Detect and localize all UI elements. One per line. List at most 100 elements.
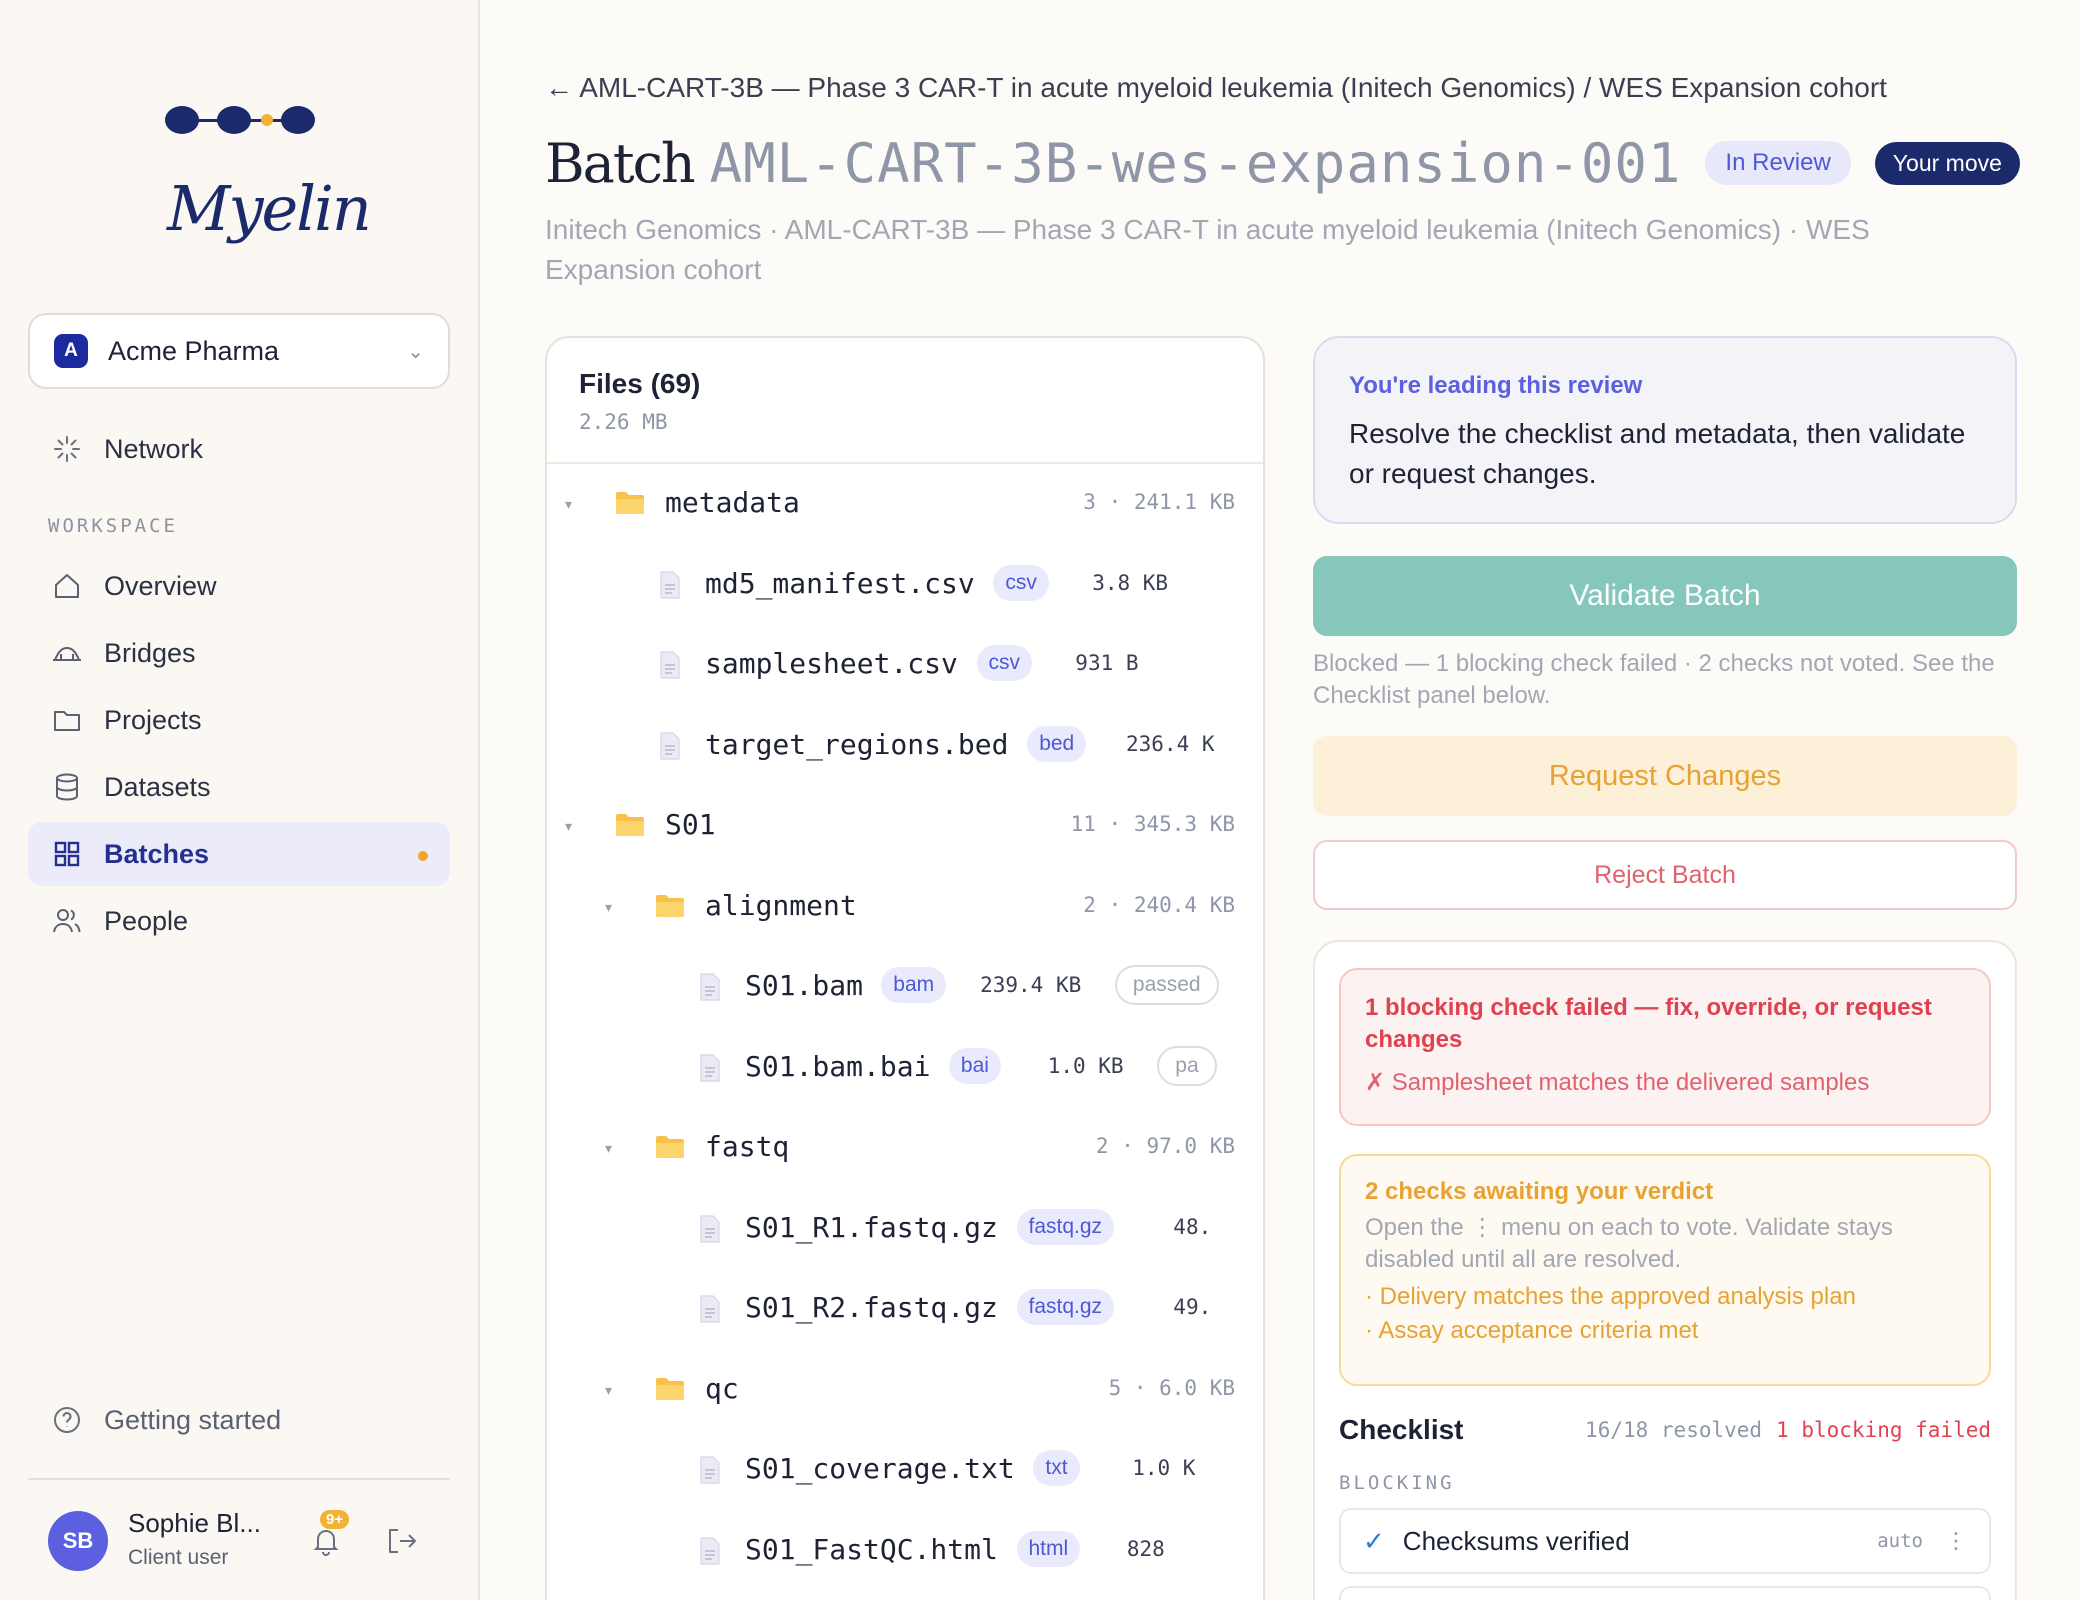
- file-name: S01_R1.fastq.gz: [745, 1210, 998, 1244]
- file-name: md5_manifest.csv: [705, 566, 975, 600]
- file-row[interactable]: md5_manifest.csv csv 3.8 KB: [547, 545, 1263, 625]
- file-size: 236.4 K: [1126, 731, 1215, 756]
- pending-check-item[interactable]: · Assay acceptance criteria met: [1365, 1314, 1965, 1348]
- blocked-note: Blocked — 1 blocking check failed · 2 ch…: [1313, 650, 1995, 709]
- avatar[interactable]: SB: [48, 1511, 108, 1571]
- notification-badge: 9+: [320, 1510, 350, 1529]
- pending-check-item[interactable]: · Delivery matches the approved analysis…: [1365, 1280, 1965, 1314]
- chevron-down-icon[interactable]: ▾: [605, 1140, 612, 1157]
- user-role: Client user: [128, 1546, 229, 1569]
- files-panel: Files (69) 2.26 MB ▾ metadata 3 · 241.1 KB…: [545, 336, 1265, 1600]
- file-size: 1.0 K: [1132, 1456, 1196, 1480]
- file-name: S01.bam: [745, 969, 864, 1002]
- file-status-badge: passed: [1114, 965, 1219, 1005]
- request-changes-button[interactable]: Request Changes: [1313, 736, 2017, 816]
- breadcrumb[interactable]: ← AML-CART-3B — Phase 3 CAR-T in acute m…: [545, 72, 1887, 104]
- page-title-prefix: Batch: [545, 131, 696, 195]
- review-lead-card: You're leading this review Resolve the c…: [1313, 336, 2017, 524]
- chevron-down-icon[interactable]: ▾: [565, 496, 572, 513]
- validate-batch-button[interactable]: Validate Batch: [1313, 556, 2017, 636]
- org-badge: A: [54, 334, 88, 368]
- sidebar-divider: [28, 1478, 450, 1480]
- nav-label: Datasets: [104, 771, 211, 802]
- file-type-badge: bam: [881, 967, 947, 1003]
- nav-item-datasets[interactable]: Datasets: [28, 755, 450, 819]
- folder-name: alignment: [705, 888, 857, 922]
- nav-label: Network: [104, 433, 204, 464]
- checklist-title: Checklist: [1339, 1414, 1464, 1445]
- pending-verdict-alert: 2 checks awaiting your verdict Open the …: [1339, 1154, 1991, 1386]
- file-icon: [659, 731, 681, 765]
- file-type-badge: fastq.gz: [1016, 1289, 1115, 1325]
- checklist-item[interactable]: [1339, 1586, 1991, 1600]
- batch-id: AML-CART-3B-wes-expansion-001: [709, 131, 1682, 195]
- file-name: S01_coverage.txt: [745, 1452, 1015, 1485]
- file-size: 3.8 KB: [1092, 570, 1169, 595]
- file-type-badge: fastq.gz: [1016, 1208, 1115, 1245]
- logout-icon[interactable]: [386, 1526, 418, 1561]
- nav-label: People: [104, 905, 189, 936]
- folder-meta: 11 · 345.3 KB: [1070, 812, 1235, 836]
- folder-row[interactable]: ▾ metadata 3 · 241.1 KB: [547, 464, 1263, 544]
- chevron-down-icon[interactable]: ▾: [605, 899, 612, 916]
- user-menu[interactable]: SB Sophie Bl... Client user 9+: [48, 1506, 448, 1576]
- failed-check-item[interactable]: ✗ Samplesheet matches the delivered samp…: [1365, 1068, 1965, 1097]
- chevron-down-icon[interactable]: ▾: [565, 818, 572, 835]
- file-icon: [659, 570, 681, 604]
- file-type-badge: csv: [993, 564, 1049, 601]
- activity-dot: [418, 851, 428, 861]
- blocking-failure-alert: 1 blocking check failed — fix, override,…: [1339, 968, 1991, 1126]
- file-type-badge: csv: [976, 645, 1032, 681]
- folder-icon: [655, 1376, 685, 1407]
- brand-logo[interactable]: Myelin: [165, 100, 372, 245]
- folder-row[interactable]: ▾ alignment 2 · 240.4 KB: [547, 867, 1263, 947]
- file-row[interactable]: S01_R1.fastq.gz fastq.gz 48.: [547, 1189, 1263, 1269]
- bell-icon[interactable]: [312, 1526, 340, 1561]
- nav-item-people[interactable]: People: [28, 889, 450, 953]
- folder-row[interactable]: ▾ fastq 2 · 97.0 KB: [547, 1108, 1263, 1188]
- file-name: samplesheet.csv: [705, 647, 958, 680]
- file-status-badge: pa: [1157, 1045, 1217, 1086]
- file-row[interactable]: samplesheet.csv csv 931 B: [547, 625, 1263, 705]
- nav-item-overview[interactable]: Overview: [28, 554, 450, 618]
- folder-row[interactable]: ▾ S01 11 · 345.3 KB: [547, 786, 1263, 866]
- file-icon: [699, 1536, 721, 1570]
- file-row[interactable]: S01_coverage.txt txt 1.0 K: [547, 1430, 1263, 1510]
- nav-item-projects[interactable]: Projects: [28, 688, 450, 752]
- reject-batch-button[interactable]: Reject Batch: [1313, 840, 2017, 910]
- nav-item-network[interactable]: Network: [28, 417, 450, 481]
- file-row[interactable]: S01.bam bam 239.4 KB passed: [547, 947, 1263, 1027]
- network-icon: [50, 432, 84, 466]
- file-icon: [699, 1456, 721, 1489]
- file-row[interactable]: S01_R2.fastq.gz fastq.gz 49.: [547, 1269, 1263, 1349]
- nav-item-getting-started[interactable]: Getting started: [28, 1388, 450, 1452]
- file-icon: [699, 1214, 721, 1248]
- checklist-section-label: BLOCKING: [1339, 1472, 1455, 1494]
- file-row[interactable]: S01.bam.bai bai 1.0 KB pa: [547, 1028, 1263, 1108]
- folder-icon: [615, 812, 645, 843]
- file-name: S01.bam.bai: [745, 1049, 931, 1083]
- checklist-item[interactable]: ✓ Checksums verified auto ⋮: [1339, 1508, 1991, 1574]
- checklist-failed-count: 1 blocking failed: [1776, 1418, 1991, 1442]
- org-switcher[interactable]: A Acme Pharma ⌄: [28, 313, 450, 389]
- turn-badge: Your move: [1874, 141, 2020, 185]
- nav-label: Projects: [104, 704, 202, 735]
- kebab-menu-icon[interactable]: ⋮: [1945, 1528, 1967, 1554]
- file-row[interactable]: target_regions.bed bed 236.4 K: [547, 706, 1263, 786]
- file-row[interactable]: S01_FastQC.html html 828: [547, 1511, 1263, 1591]
- nav-item-bridges[interactable]: Bridges: [28, 621, 450, 685]
- folder-icon: [50, 703, 84, 737]
- bridge-icon: [50, 636, 84, 670]
- file-size: 1.0 KB: [1047, 1053, 1124, 1078]
- file-type-badge: txt: [1033, 1450, 1080, 1486]
- folder-icon: [615, 490, 645, 521]
- files-title: Files (69): [579, 368, 701, 399]
- file-size: 49.: [1173, 1295, 1212, 1319]
- folder-row[interactable]: ▾ qc 5 · 6.0 KB: [547, 1350, 1263, 1430]
- file-type-badge: bai: [948, 1047, 1001, 1084]
- file-size: 931 B: [1075, 651, 1139, 675]
- folder-meta: 5 · 6.0 KB: [1108, 1375, 1235, 1400]
- file-size: 239.4 KB: [980, 973, 1082, 997]
- chevron-down-icon[interactable]: ▾: [605, 1382, 612, 1399]
- nav-item-batches[interactable]: Batches: [28, 822, 450, 886]
